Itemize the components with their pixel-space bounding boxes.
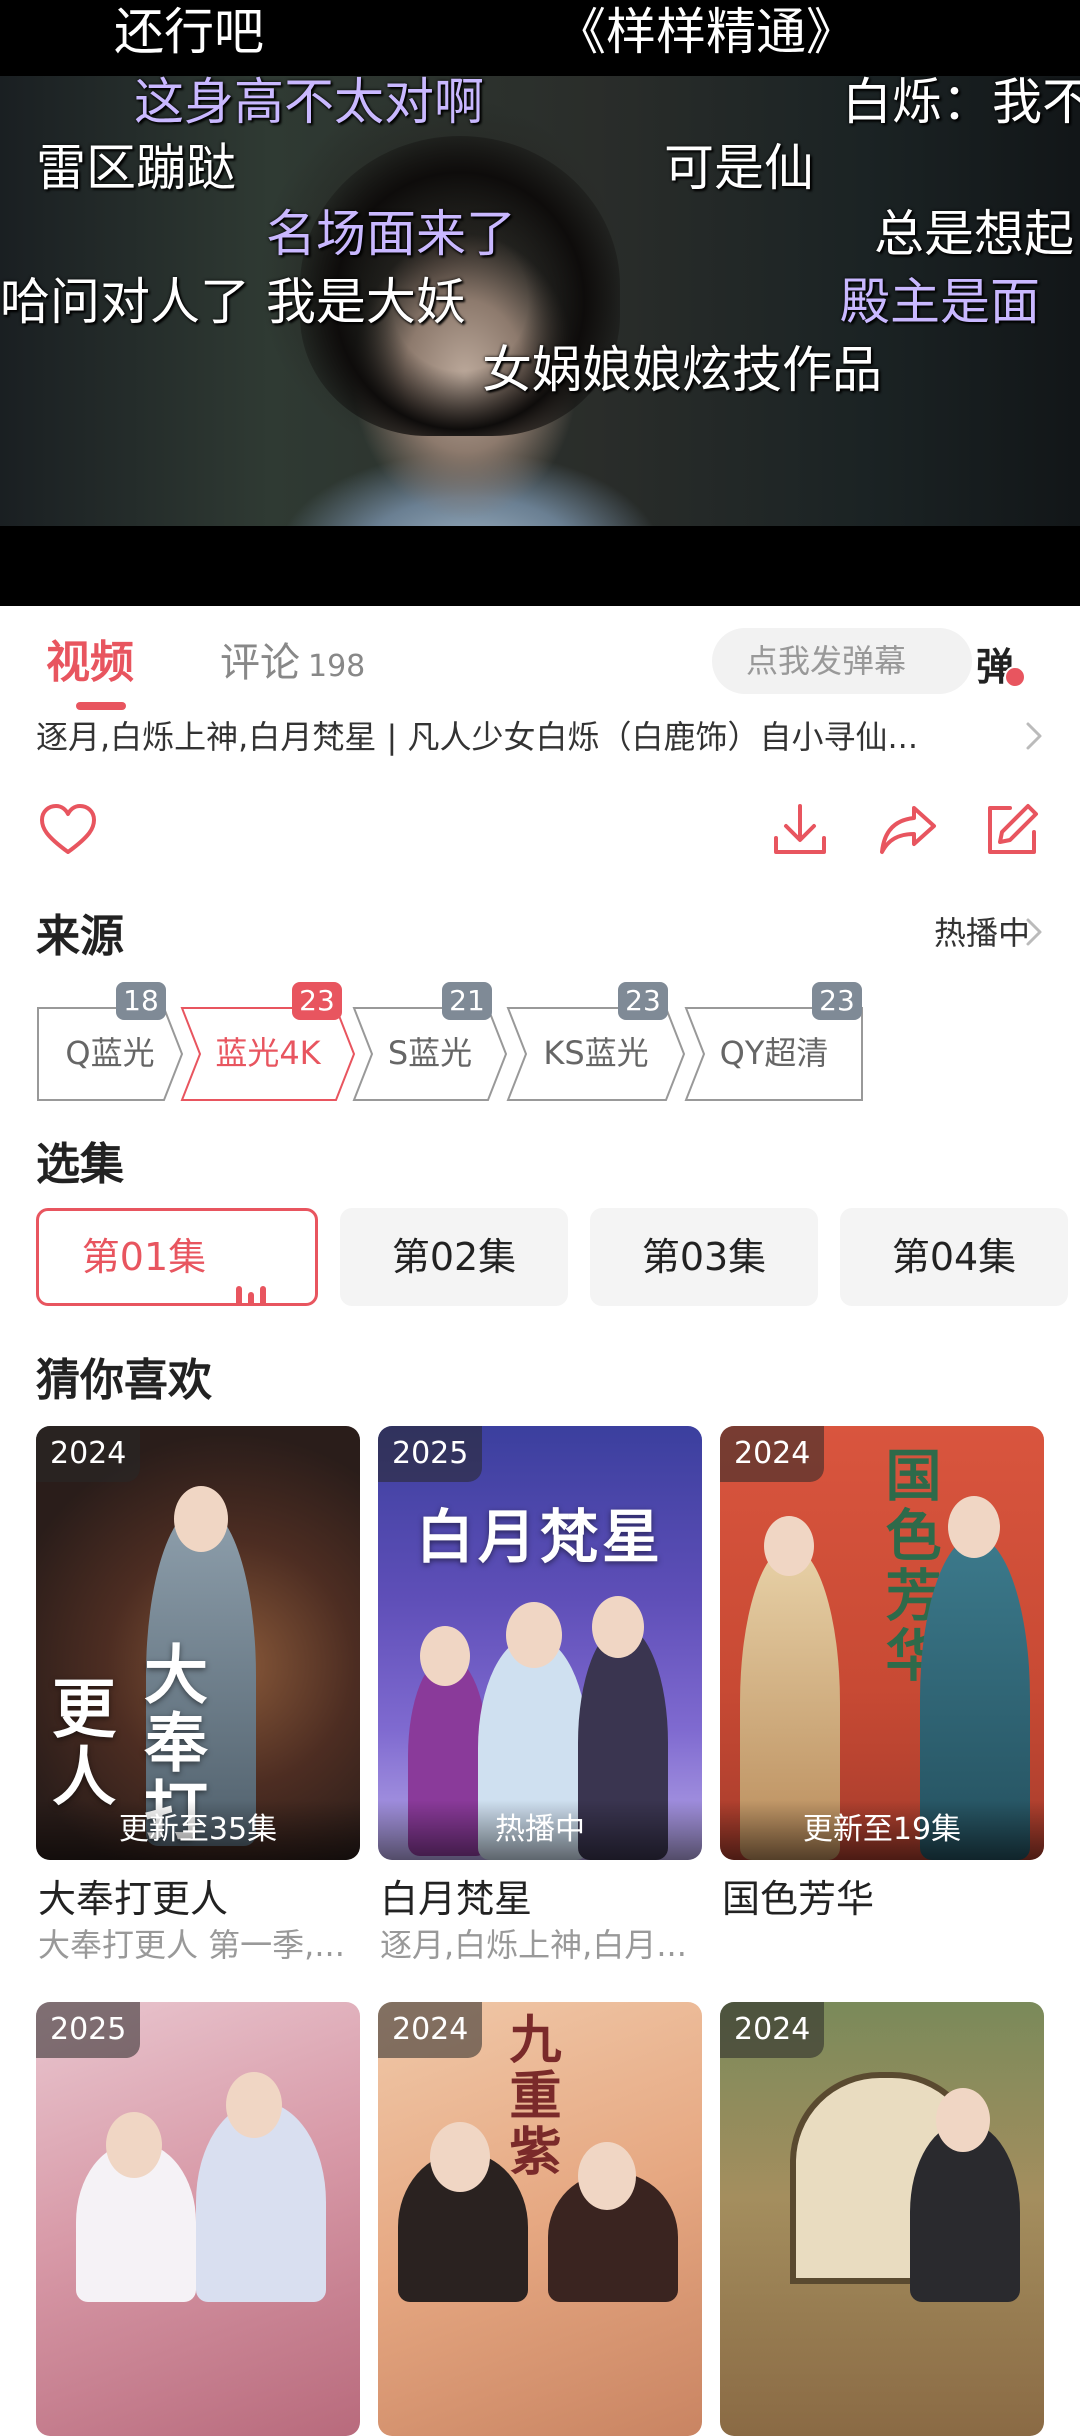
tab-comments-label: 评论	[220, 640, 300, 686]
poster-face	[430, 2122, 490, 2192]
poster-face	[764, 1516, 814, 1576]
update-status: 更新至35集	[36, 1800, 360, 1860]
download-icon[interactable]	[768, 798, 832, 862]
chevron-right-icon[interactable]	[1016, 914, 1052, 950]
episode-button[interactable]: 第03集	[590, 1208, 818, 1306]
danmaku-comment: 这身高不太对啊	[134, 73, 484, 131]
card-subtitle: 大奉打更人 第一季,...	[38, 1926, 345, 1964]
danmaku-comment: 女娲娘娘炫技作品	[482, 341, 882, 399]
source-label: 蓝光4K	[215, 1034, 321, 1072]
danmaku-comment: 总是想起	[874, 205, 1074, 263]
video-description[interactable]: 逐月,白烁上神,白月梵星 | 凡人少女白烁（白鹿饰）自小寻仙...	[36, 712, 976, 762]
danmu-input[interactable]: 点我发弹幕	[712, 628, 972, 694]
danmaku-comment: 可是仙	[664, 139, 814, 197]
update-status: 更新至19集	[720, 1800, 1044, 1860]
source-count-badge: 21	[442, 982, 492, 1020]
poster-image: 2024	[720, 2002, 1044, 2436]
poster-face	[948, 1496, 1000, 1558]
source-label: KS蓝光	[543, 1034, 649, 1072]
episode-button[interactable]: 第04集	[840, 1208, 1068, 1306]
poster-title-art: 九重紫	[500, 2012, 561, 2180]
episodes-heading: 选集	[36, 1139, 124, 1190]
tab-comments[interactable]: 评论 198	[220, 630, 365, 688]
source-count-badge: 23	[618, 982, 668, 1020]
danmaku-comment: 名场面来了	[266, 205, 516, 263]
year-badge: 2025	[378, 1426, 483, 1482]
danmaku-comment: 《样样精通》	[556, 3, 856, 61]
episode-button[interactable]: 第02集	[340, 1208, 568, 1306]
poster-face	[592, 1596, 644, 1658]
poster-image: 白月梵星 2025 热播中	[378, 1426, 702, 1860]
source-tag-active[interactable]: 蓝光4K 23	[180, 982, 356, 1101]
heart-icon[interactable]	[36, 798, 100, 862]
year-badge: 2024	[720, 1426, 825, 1482]
poster-image: 2025	[36, 2002, 360, 2436]
danmaku-comment: 殿主是面	[840, 273, 1040, 331]
source-list: Q蓝光 18 蓝光4K 23 S蓝光 21 KS蓝光 23 QY超清 23	[36, 982, 1056, 1102]
card-title: 白月梵星	[380, 1877, 533, 1921]
year-badge: 2024	[720, 2002, 825, 2058]
source-label: S蓝光	[387, 1034, 473, 1072]
danmaku-comment: 哈问对人了 我是大妖	[0, 273, 466, 331]
poster-title-art: 白月梵星	[415, 1503, 664, 1571]
danmu-toggle-button[interactable]: 弹	[976, 636, 1026, 689]
source-tag[interactable]: S蓝光 21	[352, 982, 508, 1101]
share-icon[interactable]	[876, 798, 940, 862]
now-playing-icon	[236, 1214, 272, 1306]
poster-image: 国色芳华 2024 更新至19集	[720, 1426, 1044, 1860]
year-badge: 2024	[36, 1426, 141, 1482]
source-count-badge: 18	[116, 982, 166, 1020]
source-label: QY超清	[719, 1034, 829, 1072]
sources-heading: 来源	[36, 911, 124, 962]
poster-image: 九重紫 2024	[378, 2002, 702, 2436]
episode-label: 第01集	[81, 1235, 207, 1279]
card-title: 国色芳华	[722, 1877, 875, 1921]
card-subtitle: 逐月,白烁上神,白月...	[380, 1926, 687, 1964]
source-tag[interactable]: KS蓝光 23	[506, 982, 686, 1101]
source-tag[interactable]: QY超清 23	[684, 982, 864, 1101]
source-count-badge: 23	[812, 982, 862, 1020]
edit-icon[interactable]	[980, 798, 1044, 862]
poster-face	[578, 2142, 636, 2210]
year-badge: 2024	[378, 2002, 483, 2058]
source-tag[interactable]: Q蓝光 18	[36, 982, 184, 1101]
poster-face	[174, 1486, 228, 1552]
episode-button-active[interactable]: 第01集	[36, 1208, 318, 1306]
card-title: 大奉打更人	[38, 1877, 229, 1921]
danmu-on-indicator	[1004, 666, 1026, 688]
poster-image: 大奉打更人 2024 更新至35集	[36, 1426, 360, 1860]
source-count-badge: 23	[292, 982, 342, 1020]
danmaku-comment: 雷区蹦跶	[36, 139, 236, 197]
poster-face	[226, 2072, 282, 2138]
poster-face	[106, 2112, 162, 2178]
update-status: 热播中	[378, 1800, 702, 1860]
recommend-heading: 猜你喜欢	[36, 1355, 212, 1406]
chevron-right-icon[interactable]	[1014, 716, 1054, 756]
poster-face	[420, 1626, 470, 1686]
tab-video[interactable]: 视频	[46, 626, 134, 690]
danmaku-comment: 还行吧	[114, 3, 264, 61]
danmaku-comment: 白烁：我不	[842, 73, 1080, 131]
poster-face	[936, 2088, 990, 2152]
active-tab-indicator	[76, 702, 126, 710]
video-player[interactable]: 还行吧 《样样精通》 这身高不太对啊 白烁：我不 雷区蹦跶 可是仙 名场面来了 …	[0, 0, 1080, 606]
comments-count: 198	[308, 649, 366, 684]
source-label: Q蓝光	[65, 1034, 155, 1072]
poster-face	[506, 1602, 562, 1668]
year-badge: 2025	[36, 2002, 141, 2058]
